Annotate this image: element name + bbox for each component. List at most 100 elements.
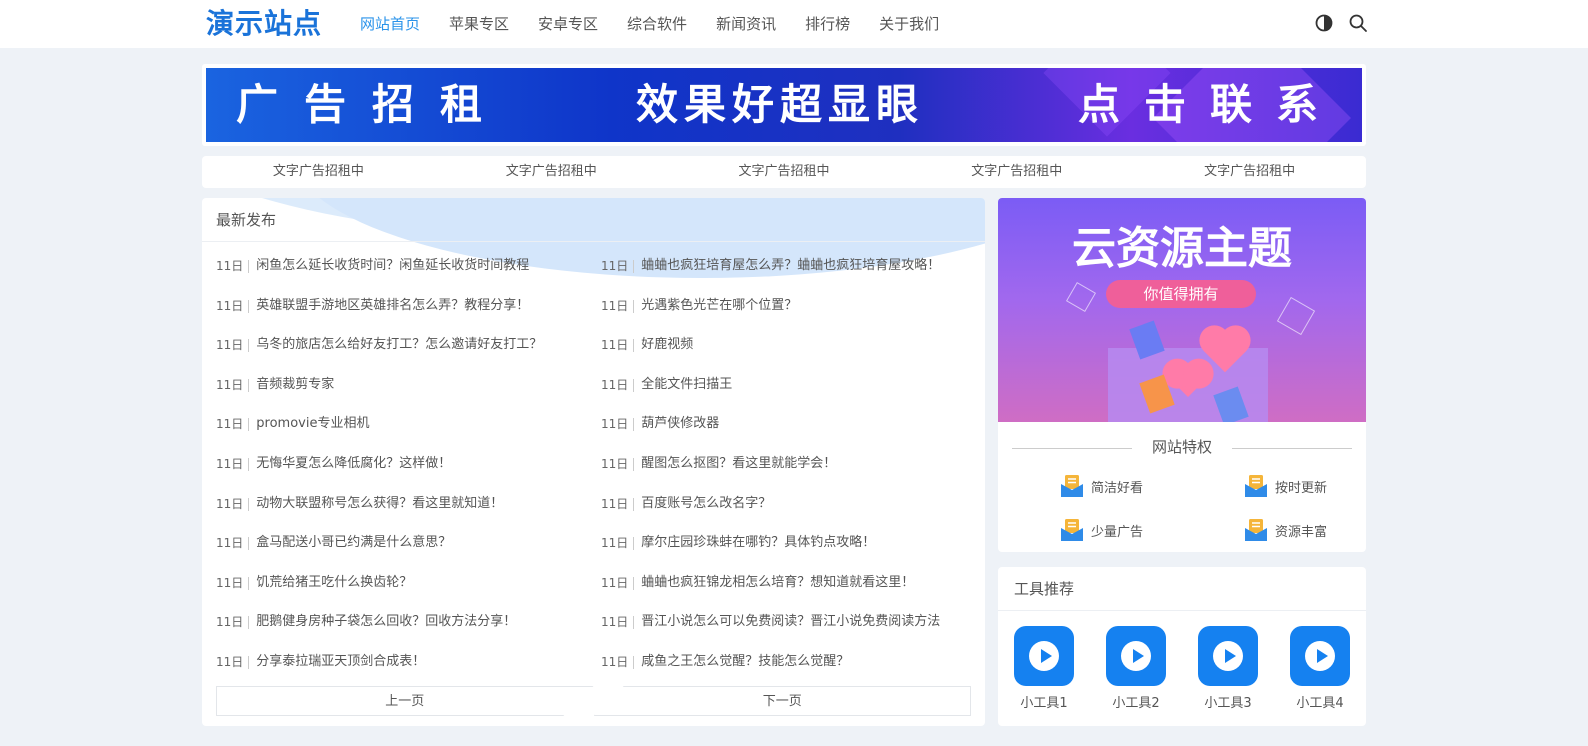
- nav-home[interactable]: 网站首页: [360, 0, 420, 48]
- post-title[interactable]: 摩尔庄园珍珠蚌在哪钓？具体钓点攻略！: [641, 533, 875, 553]
- post-list-item[interactable]: 11日 乌冬的旅店怎么给好友打工？怎么邀请好友打工？: [216, 335, 601, 375]
- post-date: 11日: [601, 457, 635, 471]
- post-list-item[interactable]: 11日 光遇紫色光芒在哪个位置？: [601, 296, 976, 336]
- tool-item[interactable]: 小工具4: [1290, 626, 1382, 711]
- post-title[interactable]: 无悔华夏怎么降低腐化？这样做！: [256, 454, 451, 474]
- play-icon: [1014, 626, 1074, 686]
- tool-item[interactable]: 小工具1: [1014, 626, 1106, 711]
- post-date: 11日: [601, 378, 635, 392]
- post-list-item[interactable]: 11日 动物大联盟称号怎么获得？看这里就知道！: [216, 494, 601, 534]
- post-list-item[interactable]: 11日 百度账号怎么改名字？: [601, 494, 976, 534]
- nav-apple[interactable]: 苹果专区: [449, 0, 509, 48]
- text-ad-link[interactable]: 文字广告招租中: [435, 156, 668, 188]
- tools-title: 工具推荐: [998, 567, 1366, 611]
- post-title[interactable]: 醒图怎么抠图？看这里就能学会！: [641, 454, 836, 474]
- post-title[interactable]: promovie专业相机: [256, 414, 369, 434]
- play-icon: [1198, 626, 1258, 686]
- post-list-item[interactable]: 11日 饥荒给猪王吃什么换齿轮？: [216, 573, 601, 613]
- post-date: 11日: [216, 457, 250, 471]
- latest-posts-title: 最新发布: [202, 198, 985, 242]
- post-list-item[interactable]: 11日 盒马配送小哥已约满是什么意思？: [216, 533, 601, 573]
- post-list-item[interactable]: 11日 蛐蛐也疯狂锦龙相怎么培育？想知道就看这里！: [601, 573, 976, 613]
- cube-decoration-icon: [1276, 296, 1316, 336]
- privilege-label: 按时更新: [1275, 480, 1328, 496]
- post-list-item[interactable]: 11日 好鹿视频: [601, 335, 976, 375]
- post-date: 11日: [601, 260, 635, 273]
- post-title[interactable]: 蛐蛐也疯狂锦龙相怎么培育？想知道就看这里！: [641, 573, 914, 593]
- post-date: 11日: [601, 576, 635, 590]
- post-date: 11日: [601, 537, 635, 551]
- text-ad-link[interactable]: 文字广告招租中: [202, 156, 435, 188]
- post-title[interactable]: 全能文件扫描王: [641, 375, 732, 395]
- post-list-item[interactable]: 11日 全能文件扫描王: [601, 375, 976, 415]
- tool-label: 小工具3: [1204, 696, 1252, 711]
- post-title[interactable]: 乌冬的旅店怎么给好友打工？怎么邀请好友打工？: [256, 335, 542, 355]
- nav-about[interactable]: 关于我们: [879, 0, 939, 48]
- post-date: 11日: [216, 576, 250, 590]
- post-list-item[interactable]: 11日 肥鹅健身房种子袋怎么回收？回收方法分享！: [216, 612, 601, 652]
- promo-badge: 你值得拥有: [1106, 280, 1256, 308]
- post-list-item[interactable]: 11日 摩尔庄园珍珠蚌在哪钓？具体钓点攻略！: [601, 533, 976, 573]
- header-icons: [1314, 13, 1382, 35]
- text-ads-bar: 文字广告招租中 文字广告招租中 文字广告招租中 文字广告招租中 文字广告招租中: [202, 156, 1366, 188]
- text-ad-link[interactable]: 文字广告招租中: [900, 156, 1133, 188]
- ad-banner-image: 广告招租 效果好超显眼 点击联系: [206, 68, 1362, 142]
- play-icon: [1106, 626, 1166, 686]
- tool-item[interactable]: 小工具3: [1198, 626, 1290, 711]
- tool-item[interactable]: 小工具2: [1106, 626, 1198, 711]
- prev-page-button[interactable]: 上一页: [216, 686, 594, 716]
- post-date: 11日: [216, 299, 250, 313]
- post-list-item[interactable]: 11日 闲鱼怎么延长收货时间？闲鱼延长收货时间教程: [216, 256, 601, 296]
- post-list-item[interactable]: 11日 英雄联盟手游地区英雄排名怎么弄？教程分享！: [216, 296, 601, 336]
- post-list-item[interactable]: 11日 promovie专业相机: [216, 414, 601, 454]
- post-list-item[interactable]: 11日 蛐蛐也疯狂培育屋怎么弄？蛐蛐也疯狂培育屋攻略！: [601, 256, 976, 296]
- post-title[interactable]: 动物大联盟称号怎么获得？看这里就知道！: [256, 494, 503, 514]
- post-list-item[interactable]: 11日 音频裁剪专家: [216, 375, 601, 415]
- post-title[interactable]: 闲鱼怎么延长收货时间？闲鱼延长收货时间教程: [256, 256, 529, 276]
- post-title[interactable]: 饥荒给猪王吃什么换齿轮？: [256, 573, 412, 593]
- text-ad-link[interactable]: 文字广告招租中: [668, 156, 901, 188]
- main-nav: 网站首页 苹果专区 安卓专区 综合软件 新闻资讯 排行榜 关于我们: [360, 0, 968, 48]
- post-title[interactable]: 百度账号怎么改名字？: [641, 494, 771, 514]
- banner-text-contact: 点击联系: [1078, 80, 1343, 129]
- mail-icon: [1244, 474, 1268, 498]
- tools-row: 小工具1 小工具2 小工具3 小工具4: [1014, 626, 1382, 711]
- post-title[interactable]: 盒马配送小哥已约满是什么意思？: [256, 533, 451, 553]
- post-title[interactable]: 光遇紫色光芒在哪个位置？: [641, 296, 797, 316]
- tools-panel: 工具推荐 小工具1 小工具2 小工具3 小工具4: [998, 567, 1366, 726]
- post-list-item[interactable]: 11日 葫芦侠修改器: [601, 414, 976, 454]
- theme-toggle-icon[interactable]: [1314, 13, 1336, 35]
- privilege-item: 少量广告: [1060, 518, 1244, 542]
- mail-icon: [1060, 518, 1084, 542]
- post-title[interactable]: 咸鱼之王怎么觉醒？技能怎么觉醒？: [641, 652, 849, 672]
- nav-ranking[interactable]: 排行榜: [805, 0, 850, 48]
- post-title[interactable]: 英雄联盟手游地区英雄排名怎么弄？教程分享！: [256, 296, 529, 316]
- nav-software[interactable]: 综合软件: [627, 0, 687, 48]
- post-date: 11日: [601, 655, 635, 669]
- latest-posts-panel: 最新发布 11日 闲鱼怎么延长收货时间？闲鱼延长收货时间教程 11日 蛐蛐也疯狂培育屋…: [202, 198, 985, 726]
- post-title[interactable]: 肥鹅健身房种子袋怎么回收？回收方法分享！: [256, 612, 516, 632]
- nav-news[interactable]: 新闻资讯: [716, 0, 776, 48]
- post-title[interactable]: 好鹿视频: [641, 335, 693, 355]
- text-ad-link[interactable]: 文字广告招租中: [1133, 156, 1366, 188]
- privilege-label: 简洁好看: [1091, 480, 1144, 496]
- post-title[interactable]: 晋江小说怎么可以免费阅读？晋江小说免费阅读方法: [641, 612, 940, 632]
- nav-android[interactable]: 安卓专区: [538, 0, 598, 48]
- site-logo[interactable]: 演示站点: [206, 6, 322, 42]
- post-title[interactable]: 音频裁剪专家: [256, 375, 334, 395]
- promo-card: 云资源主题 你值得拥有 网站特权 简洁好看 按时更新 少量广告 资源丰富: [998, 198, 1366, 552]
- ad-banner[interactable]: 广告招租 效果好超显眼 点击联系: [202, 64, 1366, 146]
- post-list-item[interactable]: 11日 醒图怎么抠图？看这里就能学会！: [601, 454, 976, 494]
- post-date: 11日: [601, 299, 635, 313]
- post-list-item[interactable]: 11日 无悔华夏怎么降低腐化？这样做！: [216, 454, 601, 494]
- post-date: 11日: [601, 497, 635, 511]
- post-list-item[interactable]: 11日 晋江小说怎么可以免费阅读？晋江小说免费阅读方法: [601, 612, 976, 652]
- pagination: 上一页 下一页: [216, 686, 971, 716]
- post-title[interactable]: 分享泰拉瑞亚天顶剑合成表！: [256, 652, 425, 672]
- promo-image[interactable]: 云资源主题 你值得拥有: [998, 198, 1366, 422]
- post-title[interactable]: 葫芦侠修改器: [641, 414, 719, 434]
- search-icon[interactable]: [1348, 13, 1370, 35]
- next-page-button[interactable]: 下一页: [593, 686, 971, 716]
- privilege-label: 资源丰富: [1275, 524, 1328, 540]
- post-title[interactable]: 蛐蛐也疯狂培育屋怎么弄？蛐蛐也疯狂培育屋攻略！: [641, 256, 940, 276]
